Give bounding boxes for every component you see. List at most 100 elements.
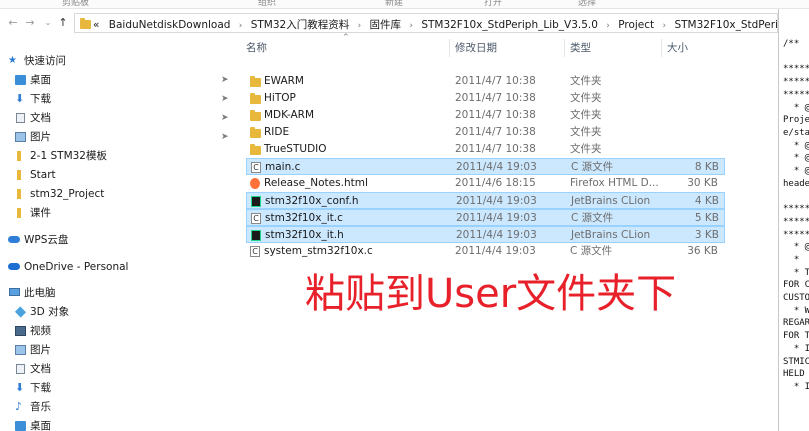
sidebar-item-quick-access[interactable]: ★ 快速访问 [0, 52, 232, 70]
pin-icon[interactable]: ➤ [221, 109, 229, 127]
file-row[interactable]: Csystem_stm32f10x.c 2011/4/4 19:03 C 源文件 36… [246, 243, 725, 260]
file-explorer-window: ← → ⌄ ↑ « BaiduNetdiskDownload › STM32入门… [0, 9, 809, 431]
ribbon-group-select[interactable]: 选择 [578, 0, 596, 8]
code-line: * I [783, 381, 809, 392]
column-divider[interactable] [661, 39, 662, 57]
file-row[interactable]: RIDE 2011/4/7 10:38 文件夹 [246, 124, 725, 141]
sidebar-item-pictures[interactable]: 图片 ➤ [0, 128, 232, 146]
sidebar-item-downloads[interactable]: ⬇ 下载 ➤ [0, 90, 232, 108]
sidebar-item-onedrive[interactable]: OneDrive - Personal [0, 258, 232, 276]
breadcrumb-item-baidunetdiskdownload[interactable]: BaiduNetdiskDownload [109, 19, 231, 31]
sidebar-item-label: 视频 [30, 325, 51, 337]
column-header-size[interactable]: 大小 [667, 37, 727, 59]
back-arrow-icon[interactable]: ← [6, 15, 20, 31]
file-type: 文件夹 [570, 109, 602, 121]
breadcrumb-separator-icon[interactable]: › [663, 21, 667, 31]
column-header-type[interactable]: 类型 [570, 37, 660, 59]
code-line: * @ [783, 242, 809, 253]
breadcrumb-item-stdperiph-lib[interactable]: STM32F10x_StdPeriph_Lib_V3.5.0 [421, 19, 598, 31]
sidebar-item-documents[interactable]: 文档 [0, 360, 232, 378]
file-type: C 源文件 [571, 212, 614, 224]
file-row[interactable]: HiTOP 2011/4/7 10:38 文件夹 [246, 90, 725, 107]
address-bar[interactable]: « BaiduNetdiskDownload › STM32入门教程资料 › 固… [74, 13, 809, 33]
file-row[interactable]: EWARM 2011/4/7 10:38 文件夹 [246, 73, 725, 90]
sidebar-item-wps-cloud[interactable]: WPS云盘 [0, 231, 232, 249]
code-line: STMIC [783, 356, 809, 367]
code-line: Proje [783, 115, 809, 126]
breadcrumb-item-tutorial[interactable]: STM32入门教程资料 [251, 19, 350, 31]
column-header-name[interactable]: 名称 [246, 37, 446, 59]
code-line: REGAR [783, 318, 809, 329]
file-name: Release_Notes.html [264, 177, 368, 189]
pin-icon[interactable]: ➤ [221, 71, 229, 89]
file-type: JetBrains CLion [571, 195, 651, 207]
file-row[interactable]: Cmain.c 2011/4/4 19:03 C 源文件 8 KB [246, 158, 725, 175]
code-line: * W [783, 305, 809, 316]
sidebar-item-desktop[interactable]: 桌面 ➤ [0, 71, 232, 89]
sidebar-item-folder[interactable]: 2-1 STM32模板 [0, 147, 232, 165]
sidebar-item-music[interactable]: ♪ 音乐 [0, 398, 232, 416]
ribbon-group-clipboard[interactable]: 剪贴板 [62, 0, 89, 8]
pin-icon[interactable]: ➤ [221, 90, 229, 108]
sidebar-item-this-pc[interactable]: 此电脑 [0, 284, 232, 302]
cloud-icon [8, 236, 20, 243]
file-name: EWARM [264, 75, 304, 87]
sidebar-item-folder[interactable]: 课件 [0, 204, 232, 222]
file-row[interactable]: Release_Notes.html 2011/4/6 18:15 Firefox … [246, 175, 725, 192]
file-row[interactable]: Cstm32f10x_it.c 2011/4/4 19:03 C 源文件 5 KB [246, 209, 725, 226]
folder-icon [250, 144, 261, 155]
file-type: C 源文件 [571, 161, 614, 173]
breadcrumb-separator-icon[interactable]: › [606, 21, 610, 31]
sidebar-item-folder[interactable]: Start [0, 166, 232, 184]
file-modified-date: 2011/4/7 10:38 [455, 143, 536, 155]
sidebar-item-videos[interactable]: 视频 [0, 322, 232, 340]
file-modified-date: 2011/4/4 19:03 [456, 212, 537, 224]
file-name: MDK-ARM [264, 109, 315, 121]
sidebar-item-folder[interactable]: stm32_Project [0, 185, 232, 203]
file-size: 3 KB [694, 229, 719, 241]
sidebar-item-3d-objects[interactable]: 3D 对象 [0, 303, 232, 321]
file-name: main.c [265, 161, 301, 173]
column-divider[interactable] [449, 39, 450, 57]
sidebar-item-documents[interactable]: 文档 ➤ [0, 109, 232, 127]
code-line: * [783, 254, 800, 265]
code-line: ***** [783, 216, 809, 227]
column-divider[interactable] [564, 39, 565, 57]
music-icon: ♪ [15, 400, 23, 413]
file-row[interactable]: MDK-ARM 2011/4/7 10:38 文件夹 [246, 107, 725, 124]
clion-file-icon [251, 196, 261, 207]
recent-dropdown-icon[interactable]: ⌄ [41, 15, 55, 31]
sidebar-item-pictures[interactable]: 图片 [0, 341, 232, 359]
column-header-date[interactable]: 修改日期 [455, 37, 563, 59]
pin-icon[interactable]: ➤ [221, 128, 229, 146]
forward-arrow-icon[interactable]: → [23, 15, 37, 31]
file-name: stm32f10x_it.c [265, 212, 343, 224]
file-modified-date: 2011/4/4 19:03 [456, 161, 537, 173]
sidebar-item-desktop[interactable]: 桌面 [0, 417, 232, 431]
code-line: e/sta [783, 127, 809, 138]
file-row[interactable]: stm32f10x_conf.h 2011/4/4 19:03 JetBrains … [246, 192, 725, 209]
file-list: ⌃ 名称 修改日期 类型 大小 EWARM 2011/4/7 10:38 文件夹 Hi… [246, 33, 778, 431]
file-row[interactable]: stm32f10x_it.h 2011/4/4 19:03 JetBrains CL… [246, 226, 725, 243]
ribbon-group-open[interactable]: 打开 [484, 0, 502, 8]
breadcrumb-item-project[interactable]: Project [618, 19, 654, 31]
ribbon-group-organize[interactable]: 组织 [258, 0, 276, 8]
firefox-html-icon [250, 178, 260, 189]
breadcrumb-item-firmware[interactable]: 固件库 [370, 19, 402, 31]
document-icon [16, 113, 25, 123]
code-line: ***** [783, 229, 809, 240]
file-type: 文件夹 [570, 126, 602, 138]
code-line: heade [783, 178, 809, 189]
file-row[interactable]: TrueSTUDIO 2011/4/7 10:38 文件夹 [246, 141, 725, 158]
code-line: * @ [783, 102, 809, 113]
breadcrumb-overflow[interactable]: « [93, 19, 99, 31]
breadcrumb-separator-icon[interactable]: › [409, 21, 413, 31]
up-arrow-icon[interactable]: ↑ [56, 15, 70, 31]
breadcrumb-separator-icon[interactable]: › [358, 21, 362, 31]
desktop-icon [15, 75, 26, 85]
sidebar-item-downloads[interactable]: ⬇ 下载 [0, 379, 232, 397]
ribbon-group-new[interactable]: 新建 [385, 0, 403, 8]
file-modified-date: 2011/4/4 19:03 [456, 229, 537, 241]
c-file-icon: C [251, 213, 261, 224]
breadcrumb-separator-icon[interactable]: › [239, 21, 243, 31]
